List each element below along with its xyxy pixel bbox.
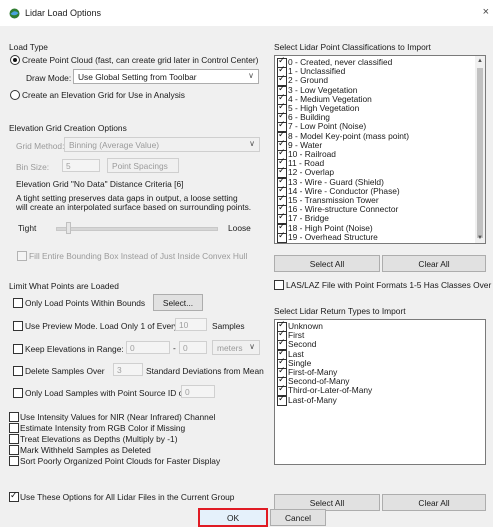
grid-method-label: Grid Method:	[16, 141, 65, 151]
return-types-clear-all-button[interactable]: Clear All	[382, 494, 486, 511]
source-id-input[interactable]: 0	[181, 385, 215, 398]
only-within-bounds-label: Only Load Points Within Bounds	[25, 298, 146, 308]
source-id-label: Only Load Samples with Point Source ID o…	[25, 388, 186, 398]
chevron-down-icon: ∨	[249, 139, 255, 148]
grid-method-value: Binning (Average Value)	[69, 140, 160, 150]
range-units-value: meters	[217, 343, 243, 353]
sort-clouds-checkbox[interactable]	[9, 456, 19, 466]
chevron-down-icon: ∨	[249, 342, 255, 351]
bin-size-input[interactable]: 5	[62, 159, 100, 172]
tight-label: Tight	[18, 223, 37, 233]
cancel-button[interactable]: Cancel	[270, 509, 326, 526]
preview-mode-label: Use Preview Mode. Load Only 1 of Every	[25, 321, 179, 331]
range-separator: -	[173, 343, 176, 353]
only-within-bounds-checkbox[interactable]	[13, 298, 23, 308]
std-dev-input[interactable]: 3	[113, 363, 143, 376]
classifications-clear-all-button[interactable]: Clear All	[382, 255, 486, 272]
ok-button[interactable]: OK	[198, 508, 268, 527]
point-cloud-label: Create Point Cloud (fast, can create gri…	[22, 55, 259, 65]
return-types-heading: Select Lidar Return Types to Import	[274, 306, 406, 316]
no-data-slider-thumb[interactable]	[66, 222, 71, 234]
classifications-heading: Select Lidar Point Classifications to Im…	[274, 42, 431, 52]
keep-elevations-label: Keep Elevations in Range:	[25, 344, 124, 354]
classifications-select-all-button[interactable]: Select All	[274, 255, 380, 272]
grid-method-select[interactable]: Binning (Average Value) ∨	[64, 137, 260, 152]
source-id-checkbox[interactable]	[13, 388, 23, 398]
no-data-desc-line2: will create an interpolated surface base…	[16, 202, 252, 212]
close-icon[interactable]: ×	[483, 6, 489, 18]
std-dev-label: Standard Deviations from Mean	[146, 366, 264, 376]
draw-mode-label: Draw Mode:	[26, 73, 72, 83]
checkbox[interactable]	[277, 231, 287, 243]
withheld-checkbox[interactable]	[9, 445, 19, 455]
keep-elevations-checkbox[interactable]	[13, 344, 23, 354]
range-units-select[interactable]: meters ∨	[212, 340, 260, 355]
bin-units-value: Point Spacings	[112, 161, 168, 171]
scrollbar-thumb[interactable]	[477, 68, 483, 238]
elevation-grid-label: Create an Elevation Grid for Use in Anal…	[22, 90, 185, 100]
delete-samples-label: Delete Samples Over	[25, 366, 105, 376]
nir-intensity-checkbox[interactable]	[9, 412, 19, 422]
return-types-list[interactable]: Unknown First Second Last Single First-o…	[274, 319, 486, 465]
scroll-up-icon[interactable]: ▲	[477, 58, 483, 64]
select-bounds-button[interactable]: Select...	[153, 294, 203, 311]
depths-label: Treat Elevations as Depths (Multiply by …	[20, 434, 178, 444]
samples-label: Samples	[212, 321, 245, 331]
nir-intensity-label: Use Intensity Values for NIR (Near Infra…	[20, 412, 216, 422]
dialog-body: Load Type Create Point Cloud (fast, can …	[0, 26, 493, 527]
depths-checkbox[interactable]	[9, 434, 19, 444]
elevation-grid-radio[interactable]	[10, 90, 20, 100]
point-cloud-radio[interactable]	[10, 55, 20, 65]
no-data-slider-track[interactable]	[56, 227, 218, 231]
use-for-all-label: Use These Options for All Lidar Files in…	[20, 492, 235, 502]
draw-mode-select[interactable]: Use Global Setting from Toolbar ∨	[73, 69, 259, 84]
scroll-down-icon[interactable]: ▼	[477, 235, 483, 241]
fill-bbox-label: Fill Entire Bounding Box Instead of Just…	[29, 251, 248, 261]
bin-units-select[interactable]: Point Spacings	[107, 158, 179, 173]
grid-options-heading: Elevation Grid Creation Options	[9, 123, 127, 133]
chevron-down-icon: ∨	[248, 71, 254, 80]
estimate-intensity-checkbox[interactable]	[9, 423, 19, 433]
use-for-all-checkbox[interactable]	[9, 490, 19, 502]
preview-mode-checkbox[interactable]	[13, 321, 23, 331]
limit-points-heading: Limit What Points are Loaded	[9, 281, 119, 291]
range-min-input[interactable]: 0	[126, 341, 170, 354]
checkbox[interactable]	[277, 394, 287, 406]
title-bar: Lidar Load Options ×	[0, 0, 493, 27]
draw-mode-value: Use Global Setting from Toolbar	[78, 72, 197, 82]
estimate-intensity-label: Estimate Intensity from RGB Color if Mis…	[20, 423, 186, 433]
range-max-input[interactable]: 0	[179, 341, 207, 354]
las-laz-label: LAS/LAZ File with Point Formats 1-5 Has …	[286, 280, 493, 290]
classification-scrollbar[interactable]: ▲ ▼	[475, 56, 485, 243]
delete-samples-checkbox[interactable]	[13, 366, 23, 376]
no-data-heading: Elevation Grid "No Data" Distance Criter…	[16, 179, 184, 189]
bin-size-label: Bin Size:	[16, 162, 50, 172]
window-title: Lidar Load Options	[25, 8, 102, 18]
withheld-label: Mark Withheld Samples as Deleted	[20, 445, 151, 455]
fill-bbox-checkbox[interactable]	[17, 251, 27, 261]
sort-clouds-label: Sort Poorly Organized Point Clouds for F…	[20, 456, 221, 466]
classification-list[interactable]: 0 - Created, never classified 1 - Unclas…	[274, 55, 486, 244]
las-laz-checkbox[interactable]	[274, 280, 284, 290]
preview-count-input[interactable]: 10	[175, 318, 207, 331]
app-icon	[9, 8, 20, 19]
loose-label: Loose	[228, 223, 251, 233]
load-type-heading: Load Type	[9, 42, 48, 52]
